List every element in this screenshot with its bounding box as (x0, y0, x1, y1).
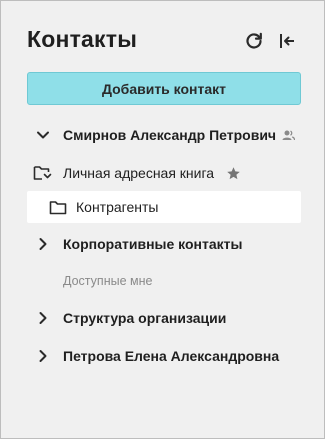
collapse-panel-icon (280, 34, 294, 48)
chevron-down-icon[interactable] (35, 127, 51, 143)
tree-node-user[interactable]: Смирнов Александр Петрович (27, 119, 301, 151)
tree-node-counterparties[interactable]: Контрагенты (27, 191, 301, 223)
tree-node-personal-book[interactable]: Личная адресная книга (27, 157, 301, 189)
tree-node-org-structure[interactable]: Структура организации (27, 302, 301, 334)
section-available: Доступные мне (27, 265, 301, 297)
tree-node-label: Контрагенты (76, 199, 159, 215)
contacts-panel: Контакты Добавить контакт Смирнов Алекса… (0, 0, 325, 439)
tree-node-label: Личная адресная книга (63, 165, 215, 181)
panel-header: Контакты (27, 25, 302, 55)
refresh-button[interactable] (243, 30, 265, 52)
tree-node-label: Структура организации (63, 310, 227, 326)
tree-node-label: Петрова Елена Александровна (63, 348, 280, 364)
star-icon[interactable] (226, 166, 241, 181)
add-contact-button[interactable]: Добавить контакт (27, 72, 301, 105)
user-icon (282, 129, 296, 141)
chevron-right-icon[interactable] (35, 236, 51, 252)
refresh-icon (246, 32, 262, 49)
page-title: Контакты (27, 26, 138, 52)
folder-open-icon (33, 165, 53, 181)
folder-icon (49, 200, 67, 215)
tree-node-label: Корпоративные контакты (63, 236, 243, 252)
chevron-right-icon[interactable] (35, 348, 51, 364)
collapse-panel-button[interactable] (276, 30, 298, 52)
section-label: Доступные мне (63, 274, 153, 288)
tree-node-petrova[interactable]: Петрова Елена Александровна (27, 340, 301, 372)
tree-node-corporate[interactable]: Корпоративные контакты (27, 228, 301, 260)
tree-node-label: Смирнов Александр Петрович (63, 127, 277, 143)
chevron-right-icon[interactable] (35, 310, 51, 326)
